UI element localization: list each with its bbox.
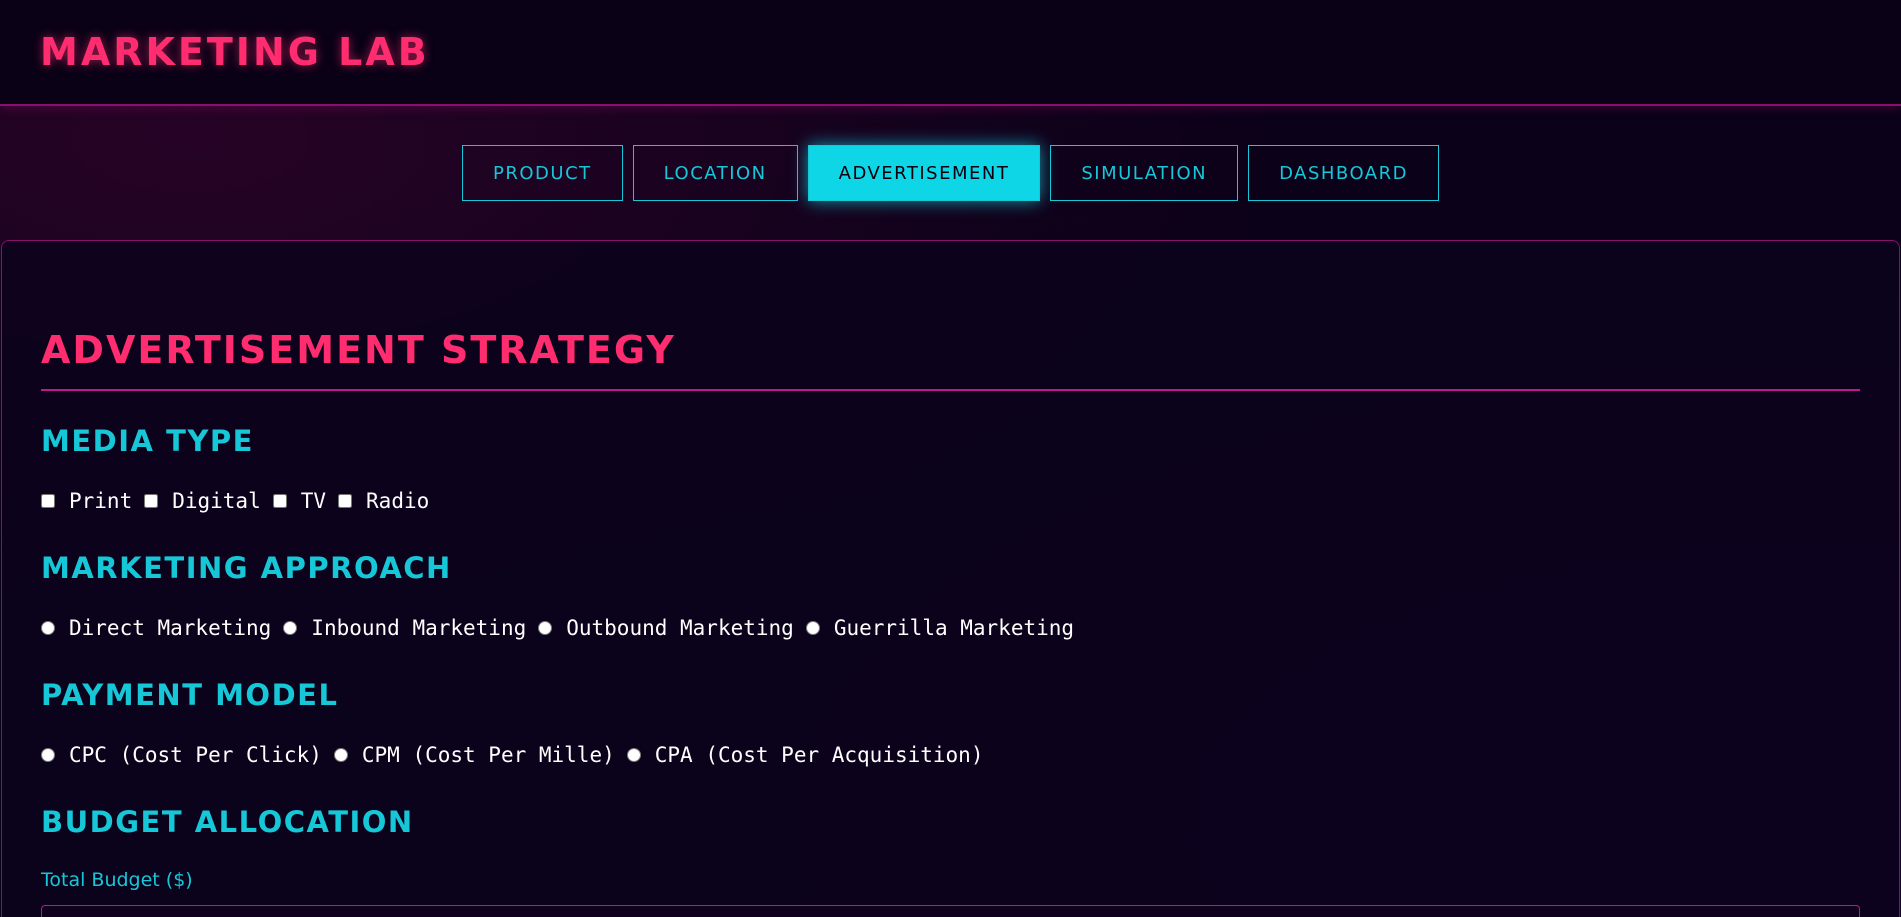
payment-option-cpm[interactable]: CPM (Cost Per Mille) [333, 743, 615, 767]
total-budget-label: Total Budget ($) [41, 869, 193, 891]
tab-advertisement[interactable]: ADVERTISEMENT [807, 145, 1041, 201]
tab-location[interactable]: LOCATION [632, 145, 798, 201]
section-title: ADVERTISEMENT STRATEGY [41, 328, 676, 372]
digital-checkbox[interactable] [144, 494, 159, 508]
media-option-radio[interactable]: Radio [338, 489, 429, 513]
approach-option-label: Inbound Marketing [311, 616, 527, 640]
app-header: MARKETING LAB [0, 0, 1901, 106]
media-option-tv[interactable]: TV [272, 489, 327, 513]
media-option-print[interactable]: Print [41, 489, 132, 513]
cpa-radio[interactable] [626, 748, 641, 762]
media-type-options: Print Digital TV Radio [41, 489, 441, 513]
tab-dashboard[interactable]: DASHBOARD [1248, 145, 1439, 201]
approach-option-inbound[interactable]: Inbound Marketing [283, 616, 526, 640]
guerrilla-marketing-radio[interactable] [805, 621, 820, 635]
tab-product[interactable]: PRODUCT [462, 145, 623, 201]
media-option-label: TV [300, 489, 327, 513]
media-option-label: Print [69, 489, 133, 513]
payment-model-options: CPC (Cost Per Click) CPM (Cost Per Mille… [41, 743, 995, 767]
radio-checkbox[interactable] [338, 494, 353, 508]
inbound-marketing-radio[interactable] [283, 621, 298, 635]
approach-option-direct[interactable]: Direct Marketing [41, 616, 271, 640]
direct-marketing-radio[interactable] [41, 621, 55, 635]
budget-allocation-heading: BUDGET ALLOCATION [41, 805, 414, 839]
payment-option-label: CPM (Cost Per Mille) [361, 743, 615, 767]
cpc-radio[interactable] [41, 748, 55, 762]
payment-option-label: CPC (Cost Per Click) [69, 743, 322, 767]
main-nav: PRODUCT LOCATION ADVERTISEMENT SIMULATIO… [0, 145, 1901, 201]
total-budget-input[interactable] [41, 905, 1860, 917]
approach-option-outbound[interactable]: Outbound Marketing [538, 616, 794, 640]
media-option-label: Digital [172, 489, 261, 513]
outbound-marketing-radio[interactable] [538, 621, 553, 635]
payment-model-heading: PAYMENT MODEL [41, 678, 339, 712]
approach-option-label: Direct Marketing [69, 616, 272, 640]
tv-checkbox[interactable] [272, 494, 287, 508]
tab-simulation[interactable]: SIMULATION [1050, 145, 1239, 201]
app-title: MARKETING LAB [40, 30, 430, 74]
payment-option-cpc[interactable]: CPC (Cost Per Click) [41, 743, 322, 767]
cpm-radio[interactable] [333, 748, 348, 762]
section-divider [41, 389, 1860, 391]
approach-option-label: Guerrilla Marketing [833, 616, 1075, 640]
payment-option-cpa[interactable]: CPA (Cost Per Acquisition) [626, 743, 984, 767]
print-checkbox[interactable] [41, 494, 55, 508]
approach-option-label: Outbound Marketing [566, 616, 794, 640]
marketing-approach-options: Direct Marketing Inbound Marketing Outbo… [41, 616, 1086, 640]
media-option-digital[interactable]: Digital [144, 489, 261, 513]
media-option-label: Radio [366, 489, 430, 513]
approach-option-guerrilla[interactable]: Guerrilla Marketing [805, 616, 1075, 640]
marketing-approach-heading: MARKETING APPROACH [41, 551, 452, 585]
payment-option-label: CPA (Cost Per Acquisition) [654, 743, 984, 767]
media-type-heading: MEDIA TYPE [41, 424, 254, 458]
